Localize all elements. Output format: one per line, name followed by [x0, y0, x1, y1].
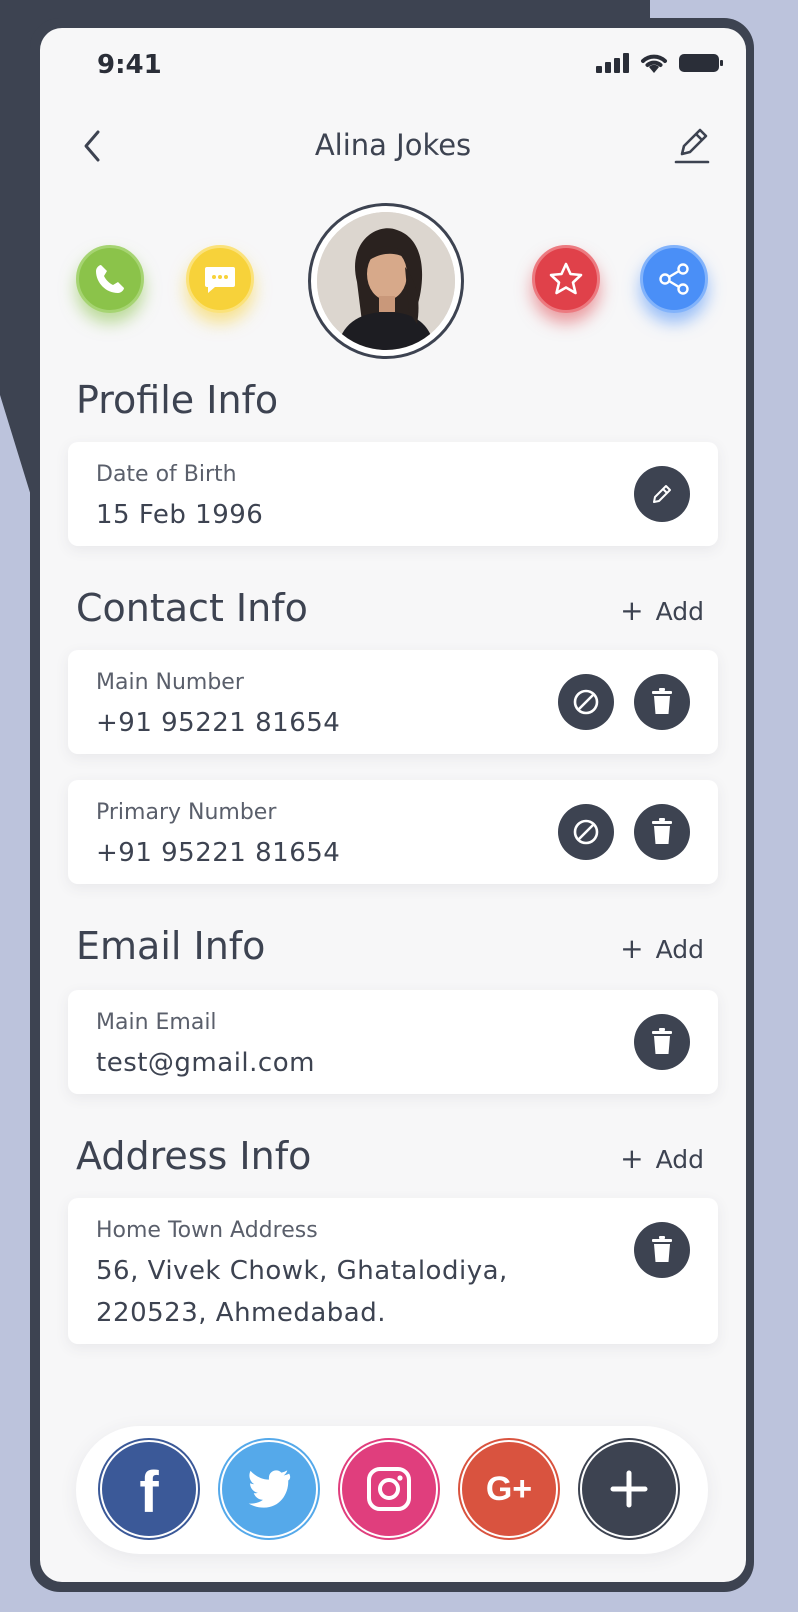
contact-detail-screen: 9:41 Alina Jokes Profile Info Date of Bi… [40, 28, 746, 1582]
block-icon [573, 689, 599, 715]
contact-value: +91 95221 81654 [96, 708, 341, 738]
address-info-heading: Address Info [76, 1134, 312, 1178]
dob-card: Date of Birth 15 Feb 1996 [68, 442, 718, 546]
address-line-1: 56, Vivek Chowk, Ghatalodiya, [96, 1256, 508, 1286]
email-value: test@gmail.com [96, 1048, 315, 1078]
pencil-icon [653, 485, 671, 503]
trash-icon [652, 818, 672, 844]
dob-label: Date of Birth [96, 462, 237, 487]
block-number-button[interactable] [558, 674, 614, 730]
share-button[interactable] [640, 245, 708, 313]
add-email-button[interactable]: + Add [620, 932, 704, 965]
page-title: Alina Jokes [314, 128, 472, 162]
facebook-button[interactable]: f [98, 1438, 200, 1540]
social-bar: f G+ [76, 1426, 708, 1554]
avatar-photo [317, 212, 455, 350]
quick-actions [40, 203, 746, 363]
instagram-icon [367, 1467, 411, 1511]
twitter-icon [248, 1470, 291, 1508]
facebook-icon: f [139, 1459, 159, 1525]
edit-contact-button[interactable] [672, 124, 712, 166]
status-icons [596, 52, 724, 74]
plus-icon: + [620, 1142, 644, 1175]
contact-info-heading: Contact Info [76, 586, 308, 630]
status-bar: 9:41 [40, 28, 746, 108]
wifi-icon [641, 54, 667, 73]
plus-icon: + [620, 594, 644, 627]
edit-dob-button[interactable] [634, 466, 690, 522]
contact-card-primary: Primary Number +91 95221 81654 [68, 780, 718, 884]
profile-info-heading: Profile Info [76, 378, 279, 422]
add-email-label: Add [655, 935, 704, 964]
top-nav: Alina Jokes [40, 118, 746, 178]
avatar [308, 203, 464, 359]
address-label: Home Town Address [96, 1218, 318, 1243]
contact-label: Primary Number [96, 800, 277, 825]
message-button[interactable] [186, 245, 254, 313]
add-address-label: Add [655, 1145, 704, 1174]
battery-icon [679, 54, 723, 72]
chat-bubble-icon [205, 267, 235, 293]
twitter-button[interactable] [218, 1438, 320, 1540]
block-number-button[interactable] [558, 804, 614, 860]
email-info-heading: Email Info [76, 924, 266, 968]
delete-email-button[interactable] [634, 1014, 690, 1070]
add-contact-button[interactable]: + Add [620, 594, 704, 627]
dob-value: 15 Feb 1996 [96, 500, 264, 530]
trash-icon [652, 688, 672, 714]
pencil-icon [674, 128, 710, 164]
signal-icon [596, 53, 629, 73]
instagram-button[interactable] [338, 1438, 440, 1540]
plus-icon [610, 1470, 648, 1508]
delete-number-button[interactable] [634, 674, 690, 730]
delete-address-button[interactable] [634, 1222, 690, 1278]
share-icon [659, 263, 689, 295]
add-social-button[interactable] [578, 1438, 680, 1540]
plus-icon: + [620, 932, 644, 965]
add-address-button[interactable]: + Add [620, 1142, 704, 1175]
trash-icon [652, 1236, 672, 1262]
favorite-button[interactable] [532, 245, 600, 313]
add-contact-label: Add [655, 597, 704, 626]
email-label: Main Email [96, 1010, 217, 1035]
google-plus-button[interactable]: G+ [458, 1438, 560, 1540]
delete-number-button[interactable] [634, 804, 690, 860]
address-value: 56, Vivek Chowk, Ghatalodiya, 220523, Ah… [96, 1250, 508, 1334]
google-plus-icon: G+ [485, 1469, 533, 1508]
address-line-2: 220523, Ahmedabad. [96, 1298, 387, 1328]
trash-icon [652, 1028, 672, 1054]
address-card: Home Town Address 56, Vivek Chowk, Ghata… [68, 1198, 718, 1344]
phone-icon [96, 265, 124, 293]
contact-value: +91 95221 81654 [96, 838, 341, 868]
star-icon [549, 262, 583, 295]
contact-card-main: Main Number +91 95221 81654 [68, 650, 718, 754]
contact-label: Main Number [96, 670, 244, 695]
email-card: Main Email test@gmail.com [68, 990, 718, 1094]
status-time: 9:41 [97, 50, 162, 80]
call-button[interactable] [76, 245, 144, 313]
block-icon [573, 819, 599, 845]
